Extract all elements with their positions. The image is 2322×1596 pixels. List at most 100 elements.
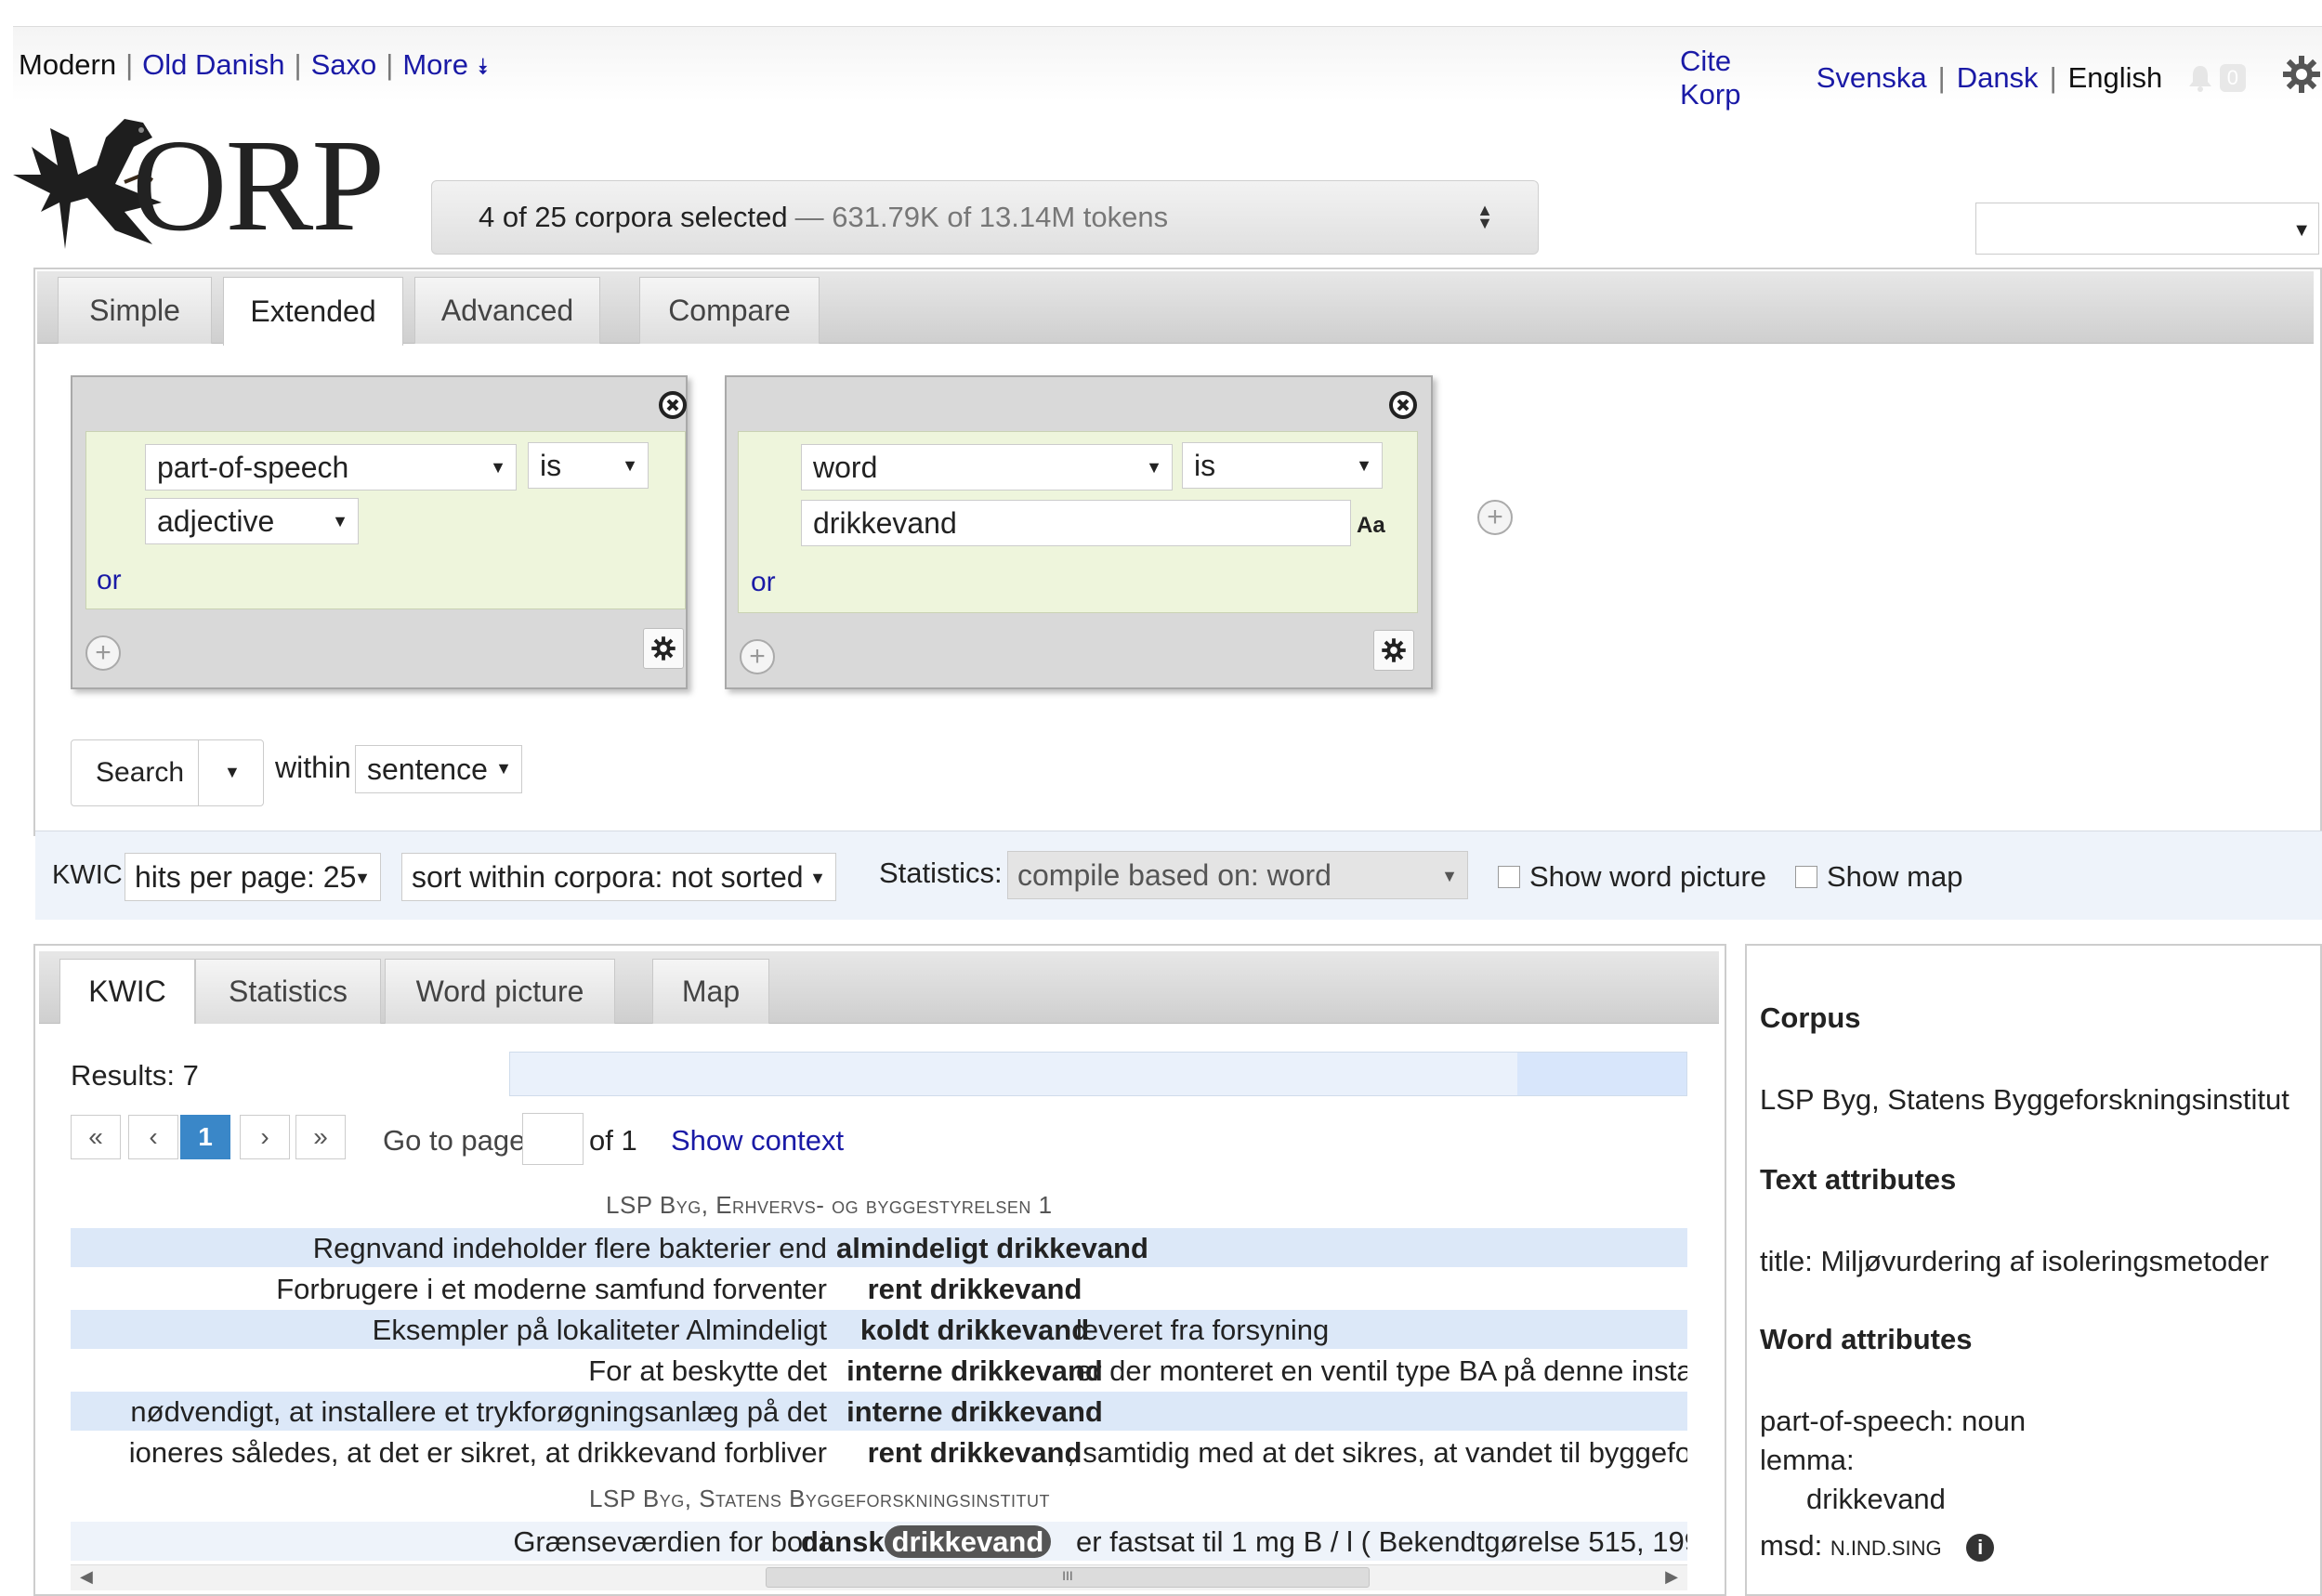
- mode-more[interactable]: More ⯯: [402, 48, 490, 81]
- goto-page-label: Go to page: [383, 1124, 526, 1157]
- table-row[interactable]: Eksempler på lokaliteter Almindeligt kol…: [71, 1310, 1687, 1349]
- next-page-button[interactable]: ›: [240, 1115, 290, 1159]
- mode-modern[interactable]: Modern: [19, 48, 116, 81]
- kwic-label: KWIC:: [52, 860, 130, 890]
- tab-kwic[interactable]: KWIC: [59, 959, 195, 1024]
- search-button[interactable]: Search ▼: [71, 739, 264, 806]
- tab-statistics[interactable]: Statistics: [195, 959, 381, 1024]
- show-word-picture-label: Show word picture: [1529, 860, 1767, 893]
- token-options-gear-icon[interactable]: [643, 628, 684, 669]
- corpus-header: LSP Byg, Statens Byggeforskningsinstitut: [589, 1485, 1050, 1512]
- add-condition-icon[interactable]: +: [740, 639, 775, 674]
- lang-english[interactable]: English: [2068, 61, 2163, 95]
- sort-select[interactable]: sort within corpora: not sorted ▼: [401, 853, 836, 901]
- attribute-select[interactable]: part-of-speech ▼: [145, 444, 517, 491]
- notification-count: 0: [2219, 64, 2246, 92]
- or-link[interactable]: or: [751, 567, 776, 598]
- compile-select[interactable]: compile based on: word ▼: [1007, 851, 1468, 899]
- table-row[interactable]: ioneres således, at det er sikret, at dr…: [71, 1432, 1687, 1472]
- caret-down-icon: ▼: [332, 512, 348, 530]
- progress-bar: [509, 1052, 1687, 1096]
- remove-token-icon[interactable]: [1388, 390, 1418, 420]
- caret-down-icon: ▼: [1441, 867, 1458, 885]
- corpus-heading: Corpus: [1760, 1001, 1861, 1034]
- corpus-selector[interactable]: 4 of 25 corpora selected — 631.79K of 13…: [431, 180, 1539, 255]
- show-word-picture-checkbox[interactable]: [1498, 866, 1520, 888]
- pos-attribute: part-of-speech: noun: [1760, 1405, 2027, 1437]
- mode-switcher: Modern | Old Danish | Saxo | More ⯯: [19, 48, 490, 81]
- operator-select[interactable]: is ▼: [1182, 442, 1383, 489]
- updown-arrows-icon: ▲ ▼: [1476, 201, 1493, 233]
- caret-down-icon: ▼: [622, 456, 638, 475]
- bell-icon[interactable]: [2184, 62, 2215, 94]
- info-icon[interactable]: i: [1966, 1533, 1995, 1562]
- value-select[interactable]: adjective ▼: [145, 498, 359, 544]
- horizontal-scrollbar[interactable]: ◀ III ▶: [71, 1564, 1687, 1590]
- table-row[interactable]: Forbrugere i et moderne samfund forvente…: [71, 1269, 1687, 1308]
- corpus-name: LSP Byg, Statens Byggeforskningsinstitut: [1760, 1083, 2289, 1116]
- text-attributes-heading: Text attributes: [1760, 1163, 1957, 1196]
- korp-logo[interactable]: ORP: [13, 110, 403, 258]
- within-select[interactable]: sentence ▼: [355, 745, 522, 793]
- scrollbar-thumb[interactable]: III: [766, 1567, 1370, 1588]
- corpus-selector-main: 4 of 25 corpora selected: [479, 201, 788, 233]
- corpus-selector-tokens: — 631.79K of 13.14M tokens: [794, 201, 1169, 233]
- word-input[interactable]: drikkevand: [801, 500, 1351, 546]
- lemma-label: lemma:: [1760, 1444, 1855, 1476]
- mode-old-danish[interactable]: Old Danish: [142, 48, 284, 81]
- page-1-button[interactable]: 1: [180, 1115, 230, 1159]
- lang-dansk[interactable]: Dansk: [1957, 61, 2039, 95]
- msd-attribute: msd: N.IND.SING i: [1760, 1529, 1995, 1563]
- table-row[interactable]: Grænseværdien for bor i dansk drikkevand …: [71, 1522, 1687, 1561]
- within-label: within: [275, 751, 351, 784]
- add-condition-icon[interactable]: +: [85, 635, 121, 671]
- lemma-value: drikkevand: [1806, 1483, 1946, 1515]
- show-map-checkbox[interactable]: [1795, 866, 1817, 888]
- add-token-icon[interactable]: +: [1477, 500, 1513, 535]
- caret-down-icon: ▼: [2292, 220, 2311, 241]
- cite-korp-link[interactable]: Cite Korp: [1680, 45, 1798, 111]
- title-attribute: title: Miljøvurdering af isoleringsmetod…: [1760, 1245, 2269, 1277]
- selected-word[interactable]: drikkevand: [884, 1525, 1052, 1558]
- table-row[interactable]: For at beskytte det interne drikkevand e…: [71, 1351, 1687, 1390]
- word-attributes-heading: Word attributes: [1760, 1323, 1973, 1355]
- show-map-label: Show map: [1827, 860, 1963, 893]
- operator-select[interactable]: is ▼: [528, 442, 649, 489]
- prev-page-button[interactable]: ‹: [128, 1115, 178, 1159]
- tab-extended[interactable]: Extended: [223, 277, 403, 346]
- attribute-select[interactable]: word ▼: [801, 444, 1173, 491]
- tab-compare[interactable]: Compare: [639, 277, 820, 344]
- tab-simple[interactable]: Simple: [58, 277, 212, 344]
- or-link[interactable]: or: [97, 565, 122, 596]
- header-select[interactable]: ▼: [1975, 203, 2319, 255]
- corpus-header: LSP Byg, Erhvervs- og byggestyrelsen 1: [606, 1191, 1053, 1219]
- tab-advanced[interactable]: Advanced: [414, 277, 600, 344]
- token-options-gear-icon[interactable]: [1373, 630, 1414, 671]
- show-context-link[interactable]: Show context: [671, 1124, 844, 1158]
- lang-svenska[interactable]: Svenska: [1817, 61, 1927, 95]
- remove-token-icon[interactable]: [658, 390, 688, 420]
- mode-saxo[interactable]: Saxo: [311, 48, 377, 81]
- scroll-left-icon: ◀: [80, 1567, 93, 1586]
- double-chevron-down-icon: ⯯: [476, 55, 490, 80]
- caret-down-icon: ▼: [809, 869, 826, 887]
- caret-down-icon: ▼: [1356, 456, 1372, 475]
- table-row[interactable]: Regnvand indeholder flere bakterier end …: [71, 1228, 1687, 1267]
- caret-down-icon: ▼: [495, 759, 512, 778]
- caret-down-icon[interactable]: ▼: [224, 763, 241, 782]
- results-count: Results: 7: [71, 1059, 199, 1092]
- hits-per-page-select[interactable]: hits per page: 25 ▼: [125, 853, 381, 901]
- tab-map[interactable]: Map: [652, 959, 769, 1024]
- scroll-right-icon: ▶: [1665, 1567, 1678, 1586]
- table-row[interactable]: nødvendigt, at installere et trykforøgni…: [71, 1392, 1687, 1431]
- last-page-button[interactable]: »: [295, 1115, 346, 1159]
- caret-down-icon: ▼: [490, 458, 506, 477]
- first-page-button[interactable]: «: [71, 1115, 121, 1159]
- tab-word-picture[interactable]: Word picture: [385, 959, 615, 1024]
- settings-gear-icon[interactable]: [2281, 54, 2322, 102]
- goto-page-input[interactable]: [522, 1113, 584, 1165]
- caret-down-icon: ▼: [354, 869, 371, 887]
- top-right-links: Cite Korp Svenska | Dansk | English 0: [1680, 45, 2322, 111]
- case-toggle[interactable]: Aa: [1357, 513, 1385, 539]
- caret-down-icon: ▼: [1146, 458, 1162, 477]
